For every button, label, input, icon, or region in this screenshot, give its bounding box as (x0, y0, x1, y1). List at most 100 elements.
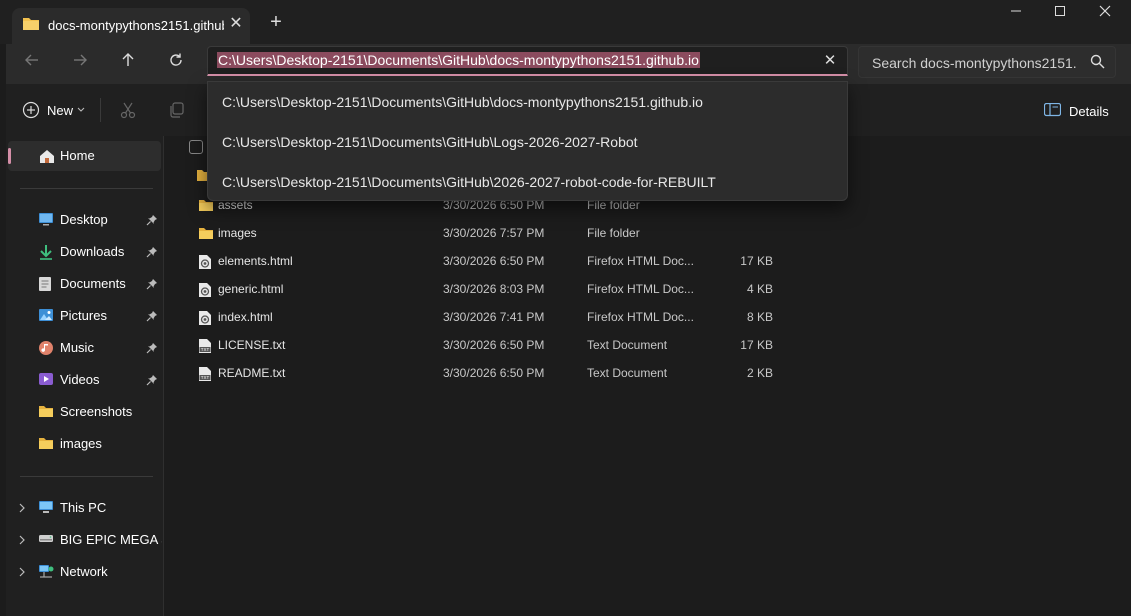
forward-icon[interactable] (66, 50, 94, 74)
sidebar-item-label: BIG EPIC MEGA SPA (60, 532, 162, 547)
pin-icon[interactable] (146, 246, 158, 258)
address-bar[interactable]: C:\Users\Desktop-2151\Documents\GitHub\d… (207, 46, 848, 76)
sidebar-item-label: This PC (60, 500, 107, 515)
sidebar-item-label: Network (60, 564, 108, 579)
select-all-checkbox[interactable] (189, 140, 203, 154)
selection-indicator (8, 148, 11, 164)
file-type: Firefox HTML Doc... (587, 282, 694, 296)
downloads-icon (38, 244, 54, 260)
sidebar-item-label: Home (60, 148, 95, 163)
file-row[interactable]: elements.html 3/30/2026 6:50 PM Firefox HT… (196, 250, 796, 274)
computer-icon (38, 500, 54, 516)
file-type: Text Document (587, 338, 668, 352)
pin-icon[interactable] (146, 310, 158, 322)
network-icon (38, 564, 54, 580)
address-clear-icon[interactable]: ✕ (820, 51, 840, 71)
new-button-label: New (47, 103, 74, 118)
file-name: README.txt (218, 366, 286, 380)
pin-icon[interactable] (146, 342, 158, 354)
folder-icon (198, 226, 214, 243)
svg-text:TXT: TXT (201, 347, 210, 352)
suggestion-item[interactable]: C:\Users\Desktop-2151\Documents\GitHub\d… (222, 91, 703, 113)
search-input[interactable]: Search docs-montypythons2151.github.io (872, 55, 1076, 71)
back-icon[interactable] (18, 50, 46, 74)
sidebar-item-label: Pictures (60, 308, 107, 323)
tab-active[interactable]: docs-montypythons2151.github.io ✕ (12, 8, 250, 44)
file-name: LICENSE.txt (218, 338, 286, 352)
text-file-icon: TXT (198, 366, 212, 385)
folder-icon (23, 18, 39, 30)
file-size: 17 KB (740, 254, 773, 268)
pin-icon[interactable] (146, 214, 158, 226)
file-date: 3/30/2026 8:03 PM (443, 282, 545, 296)
details-button[interactable]: Details (1044, 101, 1124, 121)
pin-icon[interactable] (146, 278, 158, 290)
address-suggestions: C:\Users\Desktop-2151\Documents\GitHub\d… (207, 81, 848, 201)
suggestion-item[interactable]: C:\Users\Desktop-2151\Documents\GitHub\L… (222, 131, 638, 153)
sidebar-item-label: Music (60, 340, 94, 355)
file-size: 2 KB (746, 366, 773, 380)
desktop-icon (38, 212, 54, 228)
search-icon[interactable] (1089, 53, 1107, 71)
up-icon[interactable] (114, 50, 142, 74)
sidebar-item-label: images (60, 436, 102, 451)
file-row[interactable]: index.html 3/30/2026 7:41 PM Firefox HTML … (196, 306, 796, 330)
sidebar-item-label: Documents (60, 276, 126, 291)
file-type: File folder (587, 226, 640, 240)
file-row[interactable]: TXT LICENSE.txt 3/30/2026 6:50 PM Text Docu… (196, 334, 796, 358)
sidebar-item-label: Desktop (60, 212, 108, 227)
file-name: index.html (218, 310, 273, 324)
file-size: 4 KB (746, 282, 773, 296)
chevron-right-icon[interactable] (16, 502, 28, 514)
refresh-icon[interactable] (162, 50, 190, 74)
address-input[interactable]: C:\Users\Desktop-2151\Documents\GitHub\d… (217, 52, 807, 72)
html-file-icon (198, 310, 212, 329)
file-row[interactable]: TXT README.txt 3/30/2026 6:50 PM Text Docum… (196, 362, 796, 386)
window-close-icon[interactable] (1093, 4, 1117, 24)
text-file-icon: TXT (198, 338, 212, 357)
pin-icon[interactable] (146, 374, 158, 386)
new-button[interactable]: New (22, 100, 90, 120)
file-name: images (218, 226, 257, 240)
sidebar-divider (20, 188, 153, 189)
file-date: 3/30/2026 7:57 PM (443, 226, 545, 240)
tab-close-icon[interactable]: ✕ (226, 14, 246, 34)
html-file-icon (198, 254, 212, 273)
documents-icon (38, 276, 54, 292)
tab-title: docs-montypythons2151.github.io (48, 18, 224, 33)
drive-icon (38, 532, 54, 548)
sidebar-item-label: Downloads (60, 244, 125, 259)
sidebar-item-label: Screenshots (60, 404, 133, 419)
file-date: 3/30/2026 6:50 PM (443, 338, 545, 352)
file-name: elements.html (218, 254, 293, 268)
file-type: Firefox HTML Doc... (587, 310, 694, 324)
suggestion-item[interactable]: C:\Users\Desktop-2151\Documents\GitHub\2… (222, 171, 716, 193)
file-type: Firefox HTML Doc... (587, 254, 694, 268)
file-name: generic.html (218, 282, 284, 296)
folder-icon (38, 436, 54, 452)
chevron-right-icon[interactable] (16, 566, 28, 578)
cut-icon[interactable] (119, 101, 137, 119)
minimize-icon[interactable] (1004, 4, 1028, 24)
folder-icon (38, 404, 54, 420)
new-tab-button[interactable]: + (266, 10, 286, 34)
copy-icon[interactable] (168, 101, 186, 119)
videos-icon (38, 372, 54, 388)
search-box[interactable]: Search docs-montypythons2151.github.io (858, 46, 1116, 78)
file-date: 3/30/2026 6:50 PM (443, 366, 545, 380)
plus-circle-icon (22, 101, 40, 119)
file-row[interactable]: generic.html 3/30/2026 8:03 PM Firefox HTM… (196, 278, 796, 302)
file-date: 3/30/2026 7:41 PM (443, 310, 545, 324)
music-icon (38, 340, 54, 356)
svg-text:TXT: TXT (201, 375, 210, 380)
details-label: Details (1069, 104, 1109, 119)
details-pane-icon (1044, 103, 1061, 117)
chevron-right-icon[interactable] (16, 534, 28, 546)
maximize-icon[interactable] (1048, 4, 1072, 24)
pictures-icon (38, 308, 54, 324)
html-file-icon (198, 282, 212, 301)
file-size: 8 KB (746, 310, 773, 324)
sidebar-item-label: Videos (60, 372, 100, 387)
address-selected-text: C:\Users\Desktop-2151\Documents\GitHub\d… (217, 52, 700, 68)
file-row[interactable]: images 3/30/2026 7:57 PM File folder (196, 222, 796, 246)
